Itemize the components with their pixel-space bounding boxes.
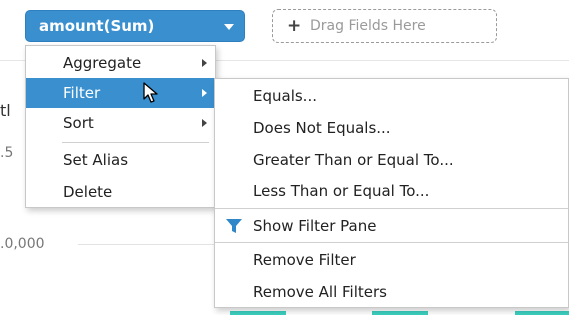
chevron-right-icon: [202, 59, 207, 67]
chevron-right-icon: [202, 89, 207, 97]
menu-item-sort[interactable]: Sort: [26, 108, 215, 138]
drop-zone-label: Drag Fields Here: [310, 18, 426, 34]
plus-icon: +: [287, 16, 302, 36]
chart-bar: [230, 311, 286, 315]
field-context-menu: Aggregate Filter Sort Set Alias Delete: [25, 45, 216, 208]
remove-all-filters[interactable]: Remove All Filters: [215, 276, 568, 307]
menu-item-set-alias[interactable]: Set Alias: [26, 145, 215, 175]
menu-separator: [62, 142, 209, 143]
chevron-down-icon[interactable]: [224, 24, 234, 30]
submenu-item-label: Equals...: [253, 87, 317, 105]
submenu-item-label: Less Than or Equal To...: [253, 182, 430, 200]
filter-greater-than-or-equal[interactable]: Greater Than or Equal To...: [215, 144, 568, 175]
mouse-cursor-icon: [143, 82, 158, 103]
submenu-item-label: Show Filter Pane: [253, 217, 377, 235]
submenu-item-label: Remove All Filters: [253, 283, 387, 301]
menu-item-aggregate[interactable]: Aggregate: [26, 48, 215, 78]
submenu-separator: [215, 242, 568, 243]
menu-item-label: Filter: [63, 84, 101, 102]
menu-item-delete[interactable]: Delete: [26, 177, 215, 207]
y-axis-tick-partial: .0,000: [0, 236, 45, 252]
menu-item-label: Aggregate: [63, 54, 142, 72]
menu-item-label: Delete: [63, 183, 113, 201]
remove-filter[interactable]: Remove Filter: [215, 244, 568, 275]
menu-item-label: Sort: [63, 114, 94, 132]
filter-less-than-or-equal[interactable]: Less Than or Equal To...: [215, 175, 568, 206]
submenu-item-label: Remove Filter: [253, 251, 356, 269]
chart-title-partial: tl: [0, 101, 11, 120]
menu-item-filter[interactable]: Filter: [26, 78, 215, 108]
chart-bar: [372, 311, 428, 315]
field-pill-amount-sum[interactable]: amount(Sum): [25, 10, 245, 42]
chevron-right-icon: [202, 119, 207, 127]
submenu-item-label: Greater Than or Equal To...: [253, 151, 454, 169]
y-axis-tick-partial: .5: [0, 145, 14, 161]
funnel-icon: [226, 219, 242, 233]
submenu-item-label: Does Not Equals...: [253, 119, 391, 137]
filter-does-not-equal[interactable]: Does Not Equals...: [215, 112, 568, 143]
submenu-separator: [215, 208, 568, 209]
drag-fields-drop-zone[interactable]: + Drag Fields Here: [272, 9, 497, 43]
chart-bar: [515, 311, 569, 315]
menu-item-label: Set Alias: [63, 151, 129, 169]
show-filter-pane[interactable]: Show Filter Pane: [215, 210, 568, 241]
field-pill-label: amount(Sum): [39, 17, 155, 35]
filter-equals[interactable]: Equals...: [215, 80, 568, 111]
filter-submenu: Equals... Does Not Equals... Greater Tha…: [214, 78, 569, 308]
